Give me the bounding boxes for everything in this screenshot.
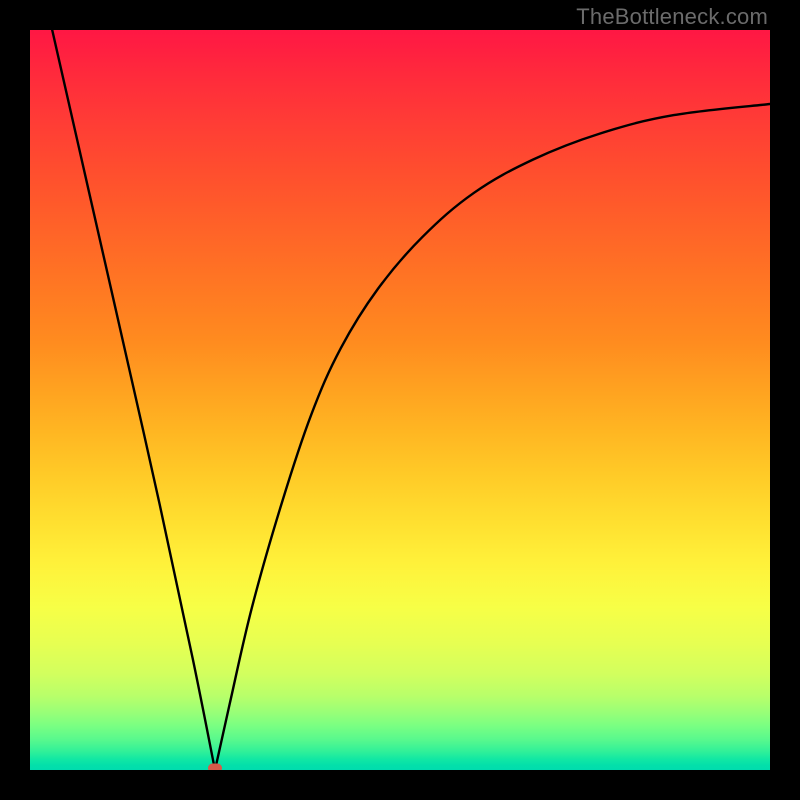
chart-frame: TheBottleneck.com bbox=[0, 0, 800, 800]
bottleneck-curve bbox=[30, 30, 770, 770]
watermark-text: TheBottleneck.com bbox=[576, 4, 768, 30]
minimum-marker bbox=[208, 764, 222, 771]
plot-area bbox=[30, 30, 770, 770]
